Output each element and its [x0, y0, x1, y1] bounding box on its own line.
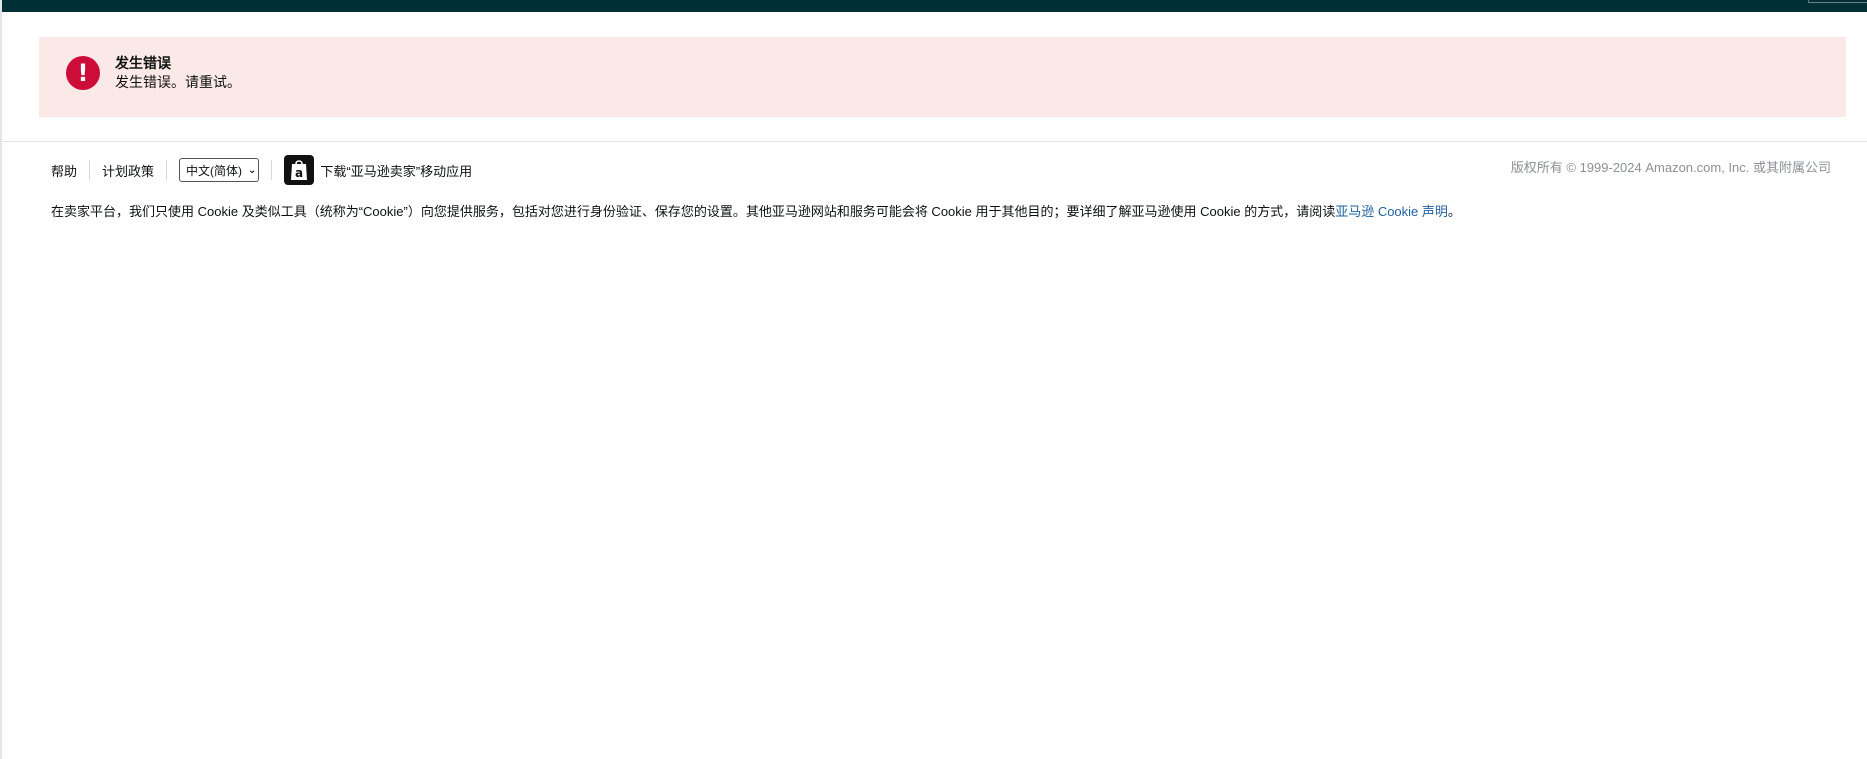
footer-separator — [166, 160, 168, 180]
copyright-text: 版权所有 © 1999-2024 Amazon.com, Inc. 或其附属公司 — [1510, 160, 1831, 175]
language-select-value: 中文(简体) — [186, 163, 243, 178]
program-policy-link[interactable]: 计划政策 — [102, 161, 154, 180]
page: ! 发生错误 发生错误。请重试。 帮助 计划政策 中文(简体) ⌄ a 下载“亚… — [0, 0, 1867, 759]
topbar-corner-button[interactable] — [1808, 0, 1867, 3]
error-title: 发生错误 — [115, 55, 171, 71]
footer-separator — [271, 160, 273, 180]
svg-text:a: a — [295, 166, 303, 180]
footer-links: 帮助 计划政策 中文(简体) ⌄ a 下载“亚马逊卖家”移动应用 — [51, 155, 472, 185]
cookie-statement-link[interactable]: 亚马逊 Cookie 声明 — [1335, 204, 1448, 219]
top-navigation-bar — [2, 0, 1867, 12]
error-message: 发生错误。请重试。 — [115, 74, 241, 90]
error-alert: ! 发生错误 发生错误。请重试。 — [39, 37, 1846, 117]
chevron-down-icon: ⌄ — [248, 164, 257, 176]
footer-divider — [2, 141, 1867, 142]
download-seller-app-label: 下载“亚马逊卖家”移动应用 — [320, 163, 473, 179]
cookie-notice-suffix: 。 — [1447, 204, 1461, 219]
language-select[interactable]: 中文(简体) ⌄ — [179, 158, 260, 182]
cookie-notice-text: 在卖家平台，我们只使用 Cookie 及类似工具（统称为“Cookie”）向您提… — [51, 204, 1336, 219]
download-seller-app-link[interactable]: a 下载“亚马逊卖家”移动应用 — [284, 155, 472, 185]
amazon-seller-app-icon: a — [284, 155, 315, 185]
cookie-notice: 在卖家平台，我们只使用 Cookie 及类似工具（统称为“Cookie”）向您提… — [51, 201, 1461, 220]
help-link[interactable]: 帮助 — [51, 161, 77, 180]
footer-separator — [89, 160, 91, 180]
exclamation-icon: ! — [66, 56, 100, 90]
